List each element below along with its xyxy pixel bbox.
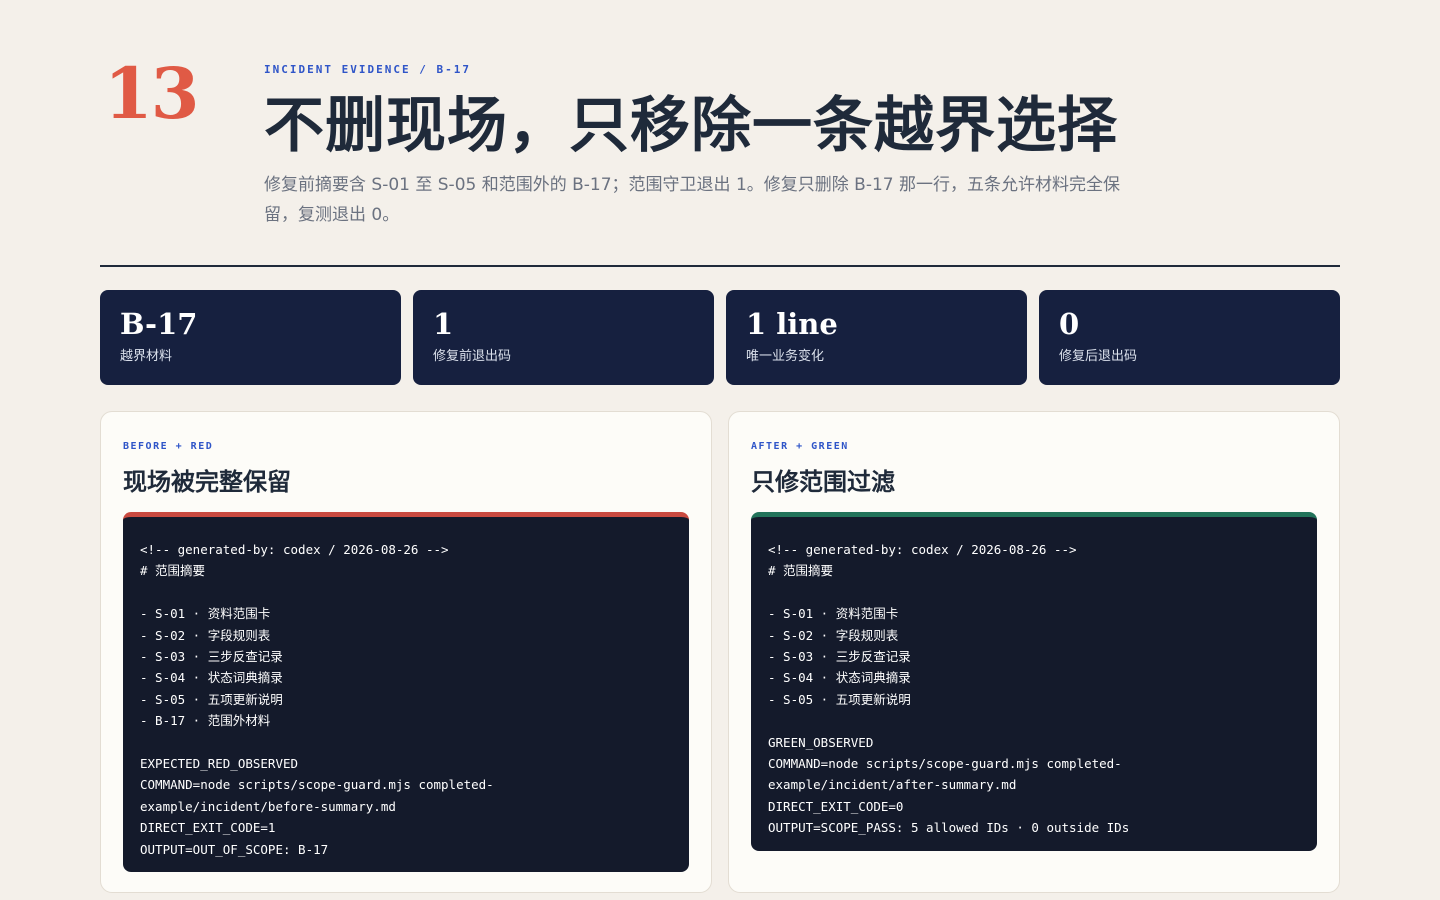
stat-value: B-17 xyxy=(120,307,198,341)
slide-header: INCIDENT EVIDENCE / B-17 不删现场，只移除一条越界选择 … xyxy=(264,62,1164,230)
code-line: <!-- generated-by: codex / 2026-08-26 --… xyxy=(140,542,449,557)
code-line: - S-04 · 状态词典摘录 xyxy=(140,670,283,686)
stat-card: B-17 越界材料 xyxy=(100,290,401,385)
code-line: - S-02 · 字段规则表 xyxy=(768,627,899,643)
code-line: - S-02 · 字段规则表 xyxy=(140,627,271,643)
after-panel: AFTER + GREEN 只修范围过滤 <!-- generated-by: … xyxy=(728,411,1340,893)
code-line: - B-17 · 范围外材料 xyxy=(140,713,271,729)
code-line: <!-- generated-by: codex / 2026-08-26 --… xyxy=(768,542,1077,557)
code-line: COMMAND=node scripts/scope-guard.mjs com… xyxy=(768,756,1122,772)
stat-card: 1 修复前退出码 xyxy=(413,290,714,385)
code-line: # 范围摘要 xyxy=(140,563,206,579)
code-line: - S-01 · 资料范围卡 xyxy=(140,606,271,622)
code-line: example/incident/before-summary.md xyxy=(140,798,396,814)
before-eyebrow: BEFORE + RED xyxy=(123,441,214,452)
before-code-block[interactable]: <!-- generated-by: codex / 2026-08-26 --… xyxy=(123,512,689,872)
code-line: - S-04 · 状态词典摘录 xyxy=(768,670,911,686)
lede: 修复前摘要含 S-01 至 S-05 和范围外的 B-17；范围守卫退出 1。修… xyxy=(264,175,1121,225)
divider xyxy=(100,265,1340,267)
code-line: - S-03 · 三步反查记录 xyxy=(140,649,283,665)
after-eyebrow: AFTER + GREEN xyxy=(751,441,849,452)
eyebrow: INCIDENT EVIDENCE / B-17 xyxy=(264,63,471,76)
stat-label: 越界材料 xyxy=(120,349,173,364)
slide-number: 13 xyxy=(104,52,199,135)
stat-card: 0 修复后退出码 xyxy=(1039,290,1340,385)
code-line: - S-05 · 五项更新说明 xyxy=(140,691,283,707)
code-line: - S-03 · 三步反查记录 xyxy=(768,649,911,665)
page-title: 不删现场，只移除一条越界选择 xyxy=(264,91,1118,161)
before-panel: BEFORE + RED 现场被完整保留 <!-- generated-by: … xyxy=(100,411,712,893)
comparison-panels: BEFORE + RED 现场被完整保留 <!-- generated-by: … xyxy=(100,411,1340,893)
code-line: OUTPUT=SCOPE_PASS: 5 allowed IDs · 0 out… xyxy=(768,820,1130,836)
stat-value: 1 xyxy=(433,307,454,341)
stat-label: 修复前退出码 xyxy=(433,349,512,364)
stat-value: 1 line xyxy=(746,307,838,341)
code-line: # 范围摘要 xyxy=(768,563,834,579)
stat-value: 0 xyxy=(1059,307,1080,341)
after-code-block[interactable]: <!-- generated-by: codex / 2026-08-26 --… xyxy=(751,512,1317,851)
stat-label: 修复后退出码 xyxy=(1059,349,1138,364)
code-line: - S-05 · 五项更新说明 xyxy=(768,691,911,707)
stat-label: 唯一业务变化 xyxy=(746,349,825,364)
stat-row: B-17 越界材料 1 修复前退出码 1 line 唯一业务变化 0 修复后退出… xyxy=(100,290,1340,385)
code-line: example/incident/after-summary.md xyxy=(768,777,1017,793)
stat-card: 1 line 唯一业务变化 xyxy=(726,290,1027,385)
code-line: COMMAND=node scripts/scope-guard.mjs com… xyxy=(140,777,494,793)
code-line: GREEN_OBSERVED xyxy=(768,734,874,750)
code-line: EXPECTED_RED_OBSERVED xyxy=(140,756,299,772)
code-line: DIRECT_EXIT_CODE=0 xyxy=(768,798,904,814)
before-title: 现场被完整保留 xyxy=(123,467,291,496)
after-title: 只修范围过滤 xyxy=(751,467,895,496)
code-line: OUTPUT=OUT_OF_SCOPE: B-17 xyxy=(140,841,329,857)
slide: 13 INCIDENT EVIDENCE / B-17 不删现场，只移除一条越界… xyxy=(0,0,1440,900)
code-line: - S-01 · 资料范围卡 xyxy=(768,606,899,622)
code-line: DIRECT_EXIT_CODE=1 xyxy=(140,820,276,836)
